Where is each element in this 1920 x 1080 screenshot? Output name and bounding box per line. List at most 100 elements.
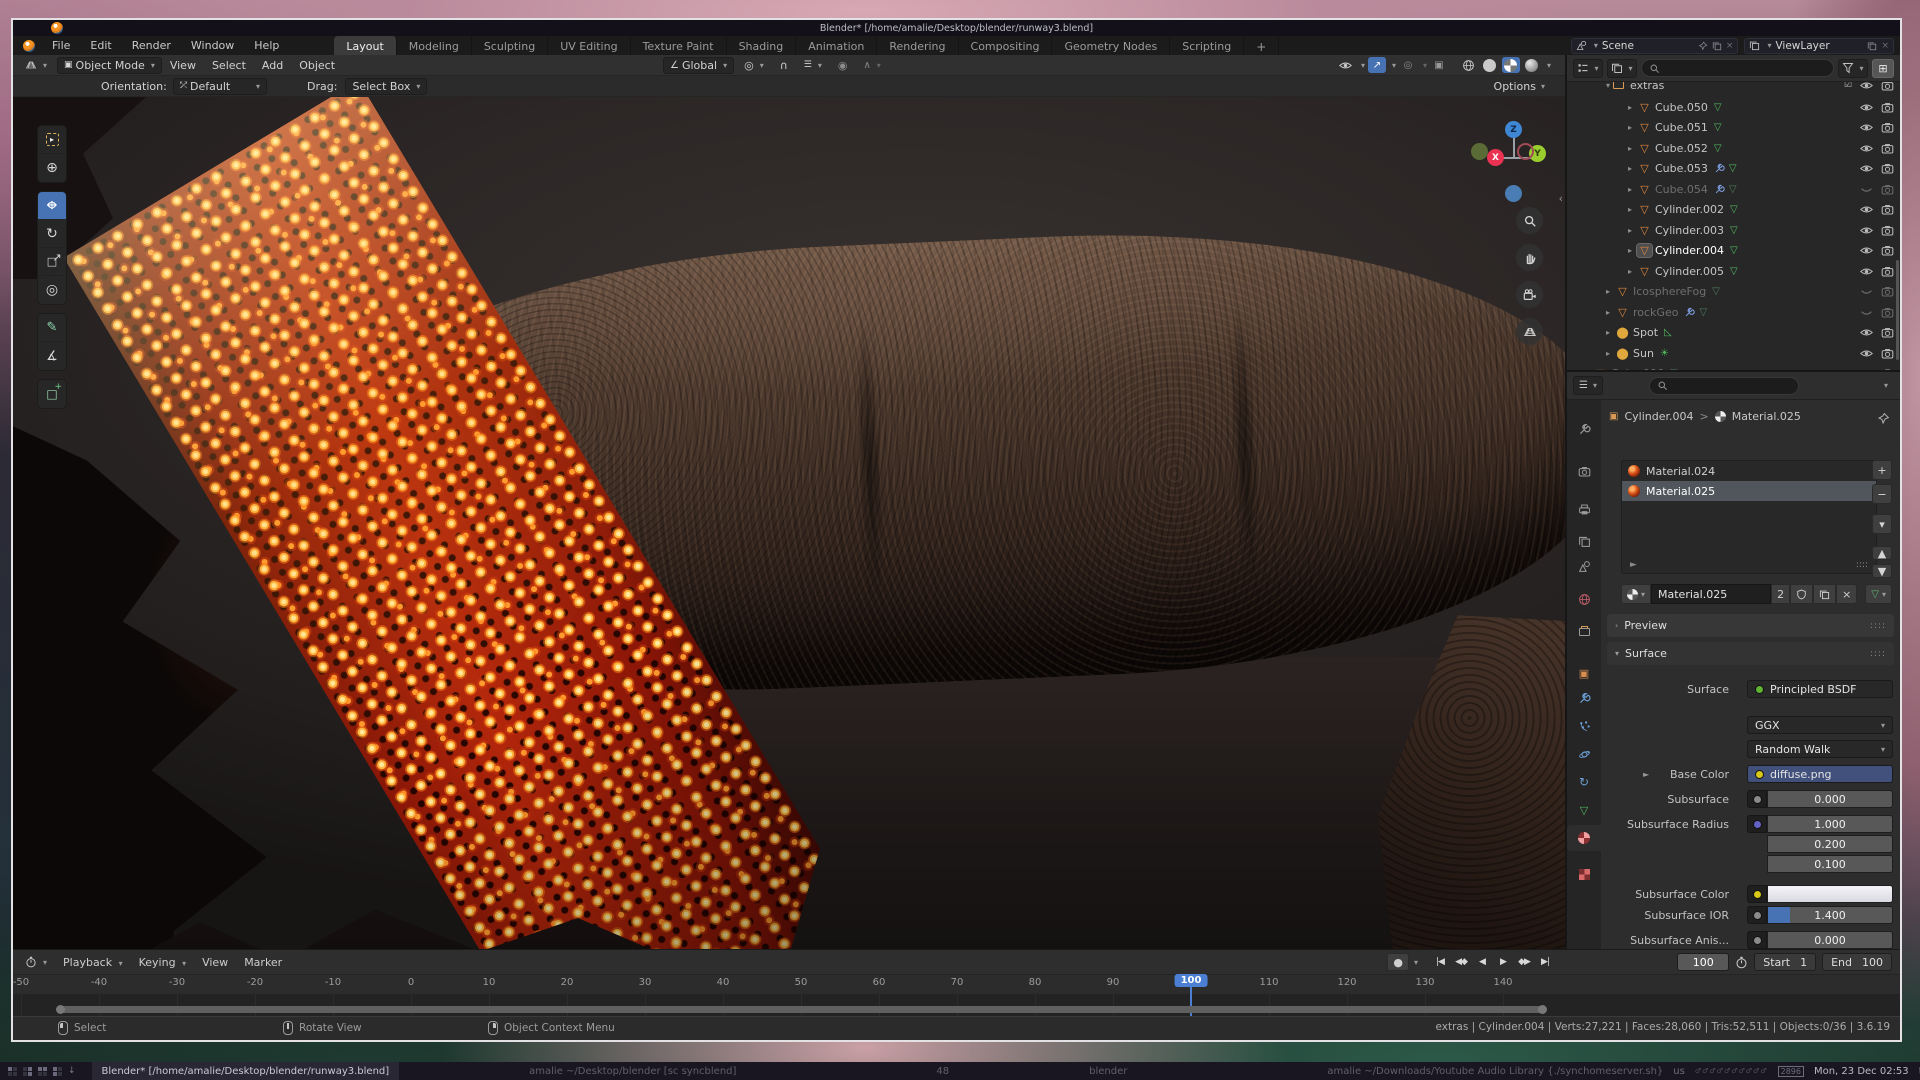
- properties-tab-render[interactable]: [1567, 458, 1601, 484]
- slot-move-up-button[interactable]: ▲: [1872, 546, 1892, 560]
- gizmo-z-axis[interactable]: Z: [1505, 121, 1522, 138]
- close-icon[interactable]: ×: [1726, 41, 1734, 51]
- gizmo-z-neg-axis[interactable]: [1505, 185, 1522, 202]
- slot-expand-arrow[interactable]: ►: [1630, 560, 1637, 570]
- workspace-pager[interactable]: ↓: [0, 1066, 84, 1076]
- eye-closed-icon[interactable]: [1860, 306, 1873, 319]
- tool-cursor-button[interactable]: ⊕: [38, 154, 66, 182]
- workspace-tab-layout[interactable]: Layout: [334, 36, 396, 55]
- socket-chip[interactable]: [1747, 885, 1767, 903]
- camera-visibility-icon[interactable]: [1881, 265, 1894, 278]
- copy-icon[interactable]: [1867, 41, 1877, 51]
- camera-visibility-icon[interactable]: [1881, 183, 1894, 196]
- window-titlebar[interactable]: Blender* [/home/amalie/Desktop/blender/r…: [13, 20, 1900, 36]
- camera-visibility-icon[interactable]: [1881, 326, 1894, 339]
- outliner-row-spot[interactable]: ▸⬤ Spot◺: [1567, 323, 1900, 343]
- material-slot-material.024[interactable]: Material.024: [1622, 461, 1876, 481]
- timeline-menu-playback[interactable]: Playback ▾: [55, 956, 131, 969]
- workspace-tab-uv-editing[interactable]: UV Editing: [548, 36, 630, 55]
- frame-end-field[interactable]: End100: [1822, 953, 1892, 971]
- eye-closed-icon[interactable]: [1860, 285, 1873, 298]
- jump-to-end-button[interactable]: ▶|: [1535, 953, 1555, 971]
- menu-render[interactable]: Render: [123, 39, 180, 52]
- outliner-row-cylinder.005[interactable]: ▸▽ Cylinder.005▽: [1567, 261, 1900, 281]
- xray-toggle-button[interactable]: ▣: [1430, 57, 1448, 73]
- outliner-collection-extras[interactable]: ▾ extras ☑: [1567, 82, 1900, 95]
- outliner-row-rockgeo[interactable]: ▸▽ rockGeo▽: [1567, 302, 1900, 322]
- camera-visibility-icon[interactable]: [1881, 285, 1894, 298]
- shader-field[interactable]: Principled BSDF: [1747, 680, 1893, 698]
- tool-annotate-button[interactable]: ✎: [38, 314, 66, 342]
- outliner-search-input[interactable]: [1641, 59, 1834, 77]
- distribution-dropdown[interactable]: GGX▾: [1747, 716, 1893, 734]
- snap-mode-selector[interactable]: ☰▾: [798, 57, 828, 74]
- slot-specials-dropdown[interactable]: ▾: [1872, 514, 1892, 534]
- next-keyframe-button[interactable]: ◆▶: [1514, 953, 1534, 971]
- proportional-falloff-selector[interactable]: ∧▾: [857, 57, 886, 74]
- timeline-ruler[interactable]: -50-40-30-20-100102030405060708090110120…: [13, 974, 1900, 994]
- add-workspace-button[interactable]: +: [1244, 36, 1279, 55]
- viewport-menu-add[interactable]: Add: [254, 59, 291, 72]
- outliner-row-cylinder.002[interactable]: ▸▽ Cylinder.002▽: [1567, 200, 1900, 220]
- shading-rendered-button[interactable]: [1523, 57, 1541, 73]
- snap-toggle[interactable]: ∩: [774, 57, 794, 74]
- timeline-menu-marker[interactable]: Marker: [236, 956, 290, 969]
- jump-to-start-button[interactable]: |◀: [1430, 953, 1450, 971]
- zoom-button[interactable]: [1516, 207, 1543, 234]
- shading-solid-button[interactable]: [1481, 57, 1499, 73]
- outliner-row-icospherefog[interactable]: ▸▽ IcosphereFog▽: [1567, 282, 1900, 302]
- value-slider[interactable]: 0.000: [1767, 931, 1893, 949]
- taskbar-window-0[interactable]: Blender* [/home/amalie/Desktop/blender/r…: [92, 1062, 400, 1080]
- camera-visibility-icon[interactable]: [1881, 347, 1894, 360]
- viewport-menu-view[interactable]: View: [162, 59, 204, 72]
- workspace-tab-modeling[interactable]: Modeling: [397, 36, 472, 55]
- properties-editor-type-button[interactable]: ☰▾: [1573, 376, 1603, 395]
- outliner-row-sun[interactable]: ▸⬤ Sun☀: [1567, 343, 1900, 363]
- outliner-row-cube.054[interactable]: ▸▽ Cube.054▽: [1567, 179, 1900, 199]
- tool-measure-button[interactable]: ∡: [38, 342, 66, 370]
- proportional-edit-toggle[interactable]: ◉: [832, 57, 854, 74]
- show-gizmo-button[interactable]: ↗: [1368, 57, 1386, 73]
- properties-tab-constraints[interactable]: ↻: [1567, 769, 1601, 795]
- socket-chip[interactable]: [1747, 906, 1767, 924]
- mode-selector[interactable]: ▣ Object Mode▾: [57, 57, 162, 74]
- tool-add-cube-button[interactable]: □+: [38, 380, 66, 408]
- outliner-display-mode-button[interactable]: ▾: [1607, 59, 1637, 78]
- tool-rotate-button[interactable]: ↻: [38, 220, 66, 248]
- camera-visibility-icon[interactable]: [1881, 101, 1894, 114]
- viewlayer-selector[interactable]: ▾ ViewLayer ×: [1744, 38, 1894, 54]
- outliner-row-cube.006[interactable]: ▸▽ Cube.006▽: [1567, 364, 1900, 371]
- outliner-row-cube.050[interactable]: ▸▽ Cube.050▽: [1567, 97, 1900, 117]
- timeline-menu-view[interactable]: View: [194, 956, 236, 969]
- properties-tab-object-data[interactable]: ▽: [1567, 797, 1601, 823]
- properties-tab-physics[interactable]: [1567, 741, 1601, 767]
- menu-help[interactable]: Help: [245, 39, 288, 52]
- outliner-row-cube.053[interactable]: ▸▽ Cube.053▽: [1567, 159, 1900, 179]
- browse-material-button[interactable]: ▾: [1621, 584, 1651, 604]
- tool-transform-button[interactable]: ◎: [38, 276, 66, 304]
- resize-grip[interactable]: ::::: [1856, 560, 1868, 570]
- show-overlays-button[interactable]: ◎: [1399, 57, 1417, 73]
- blender-menu-icon[interactable]: [23, 40, 35, 52]
- unlink-material-button[interactable]: ×: [1836, 584, 1857, 604]
- workspace-tab-animation[interactable]: Animation: [796, 36, 877, 55]
- properties-tab-view-layer[interactable]: [1567, 528, 1601, 554]
- subsurface-method-dropdown[interactable]: Random Walk▾: [1747, 740, 1893, 758]
- taskbar-window-3[interactable]: blender: [1079, 1062, 1137, 1080]
- eye-icon[interactable]: [1860, 162, 1873, 175]
- pivot-point-selector[interactable]: ◎▾: [738, 57, 770, 74]
- frame-start-field[interactable]: Start1: [1754, 953, 1816, 971]
- gizmo-x-axis[interactable]: X: [1487, 149, 1504, 166]
- outliner-scrollbar[interactable]: [1896, 260, 1899, 360]
- eye-icon[interactable]: [1860, 347, 1873, 360]
- pin-icon[interactable]: [1698, 41, 1708, 51]
- current-frame-field[interactable]: 100: [1677, 953, 1729, 971]
- outliner-filter-button[interactable]: ▾: [1838, 59, 1868, 78]
- remove-slot-button[interactable]: −: [1872, 484, 1892, 504]
- eye-icon[interactable]: [1860, 224, 1873, 237]
- tool-move-button[interactable]: ↔↕: [38, 192, 66, 220]
- keyboard-layout[interactable]: us: [1673, 1066, 1685, 1077]
- pin-id-button[interactable]: [1877, 412, 1890, 425]
- camera-visibility-icon[interactable]: [1881, 367, 1894, 370]
- eye-closed-icon[interactable]: [1860, 367, 1873, 370]
